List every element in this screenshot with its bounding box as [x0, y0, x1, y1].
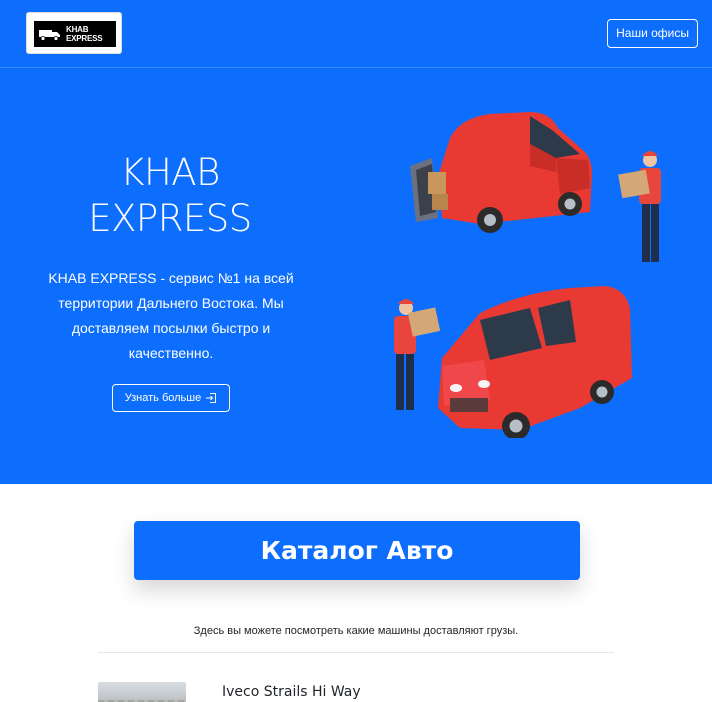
logo-badge: KHAB EXPRESS [34, 21, 116, 47]
courier-right [618, 151, 661, 262]
learn-more-label: Узнать больше [124, 392, 202, 404]
our-offices-button[interactable]: Наши офисы [607, 19, 698, 48]
car-catalog-button[interactable]: Каталог Авто [134, 521, 580, 580]
van-top [410, 112, 592, 233]
delivery-illustration [394, 112, 661, 438]
hero-title: KHAB EXPRESS [70, 150, 270, 242]
van-bottom [438, 286, 632, 438]
car-name[interactable]: Iveco Strails Hi Way [222, 684, 361, 700]
logo-text-line2: EXPRESS [66, 34, 103, 43]
section-divider [98, 652, 614, 653]
brand-logo[interactable]: KHAB EXPRESS [26, 12, 122, 54]
sign-in-icon [206, 393, 217, 403]
top-navbar: KHAB EXPRESS Наши офисы [0, 0, 712, 68]
logo-text: KHAB EXPRESS [66, 25, 103, 43]
hero-title-line1: KHAB [120, 151, 220, 194]
learn-more-button[interactable]: Узнать больше [112, 384, 230, 412]
catalog-subtitle: Здесь вы можете посмотреть какие машины … [193, 625, 519, 637]
truck-icon [39, 30, 60, 41]
car-thumbnail [98, 682, 186, 702]
courier-left [394, 299, 441, 410]
hero-section: KHAB EXPRESS KHAB EXPRESS - сервис №1 на… [0, 68, 712, 484]
car-list-item[interactable]: Iveco Strails Hi Way [98, 682, 614, 702]
hero-title-line2: EXPRESS [88, 197, 252, 240]
logo-text-line1: KHAB [66, 25, 89, 34]
hero-description: KHAB EXPRESS - сервис №1 на всей террито… [48, 270, 294, 361]
